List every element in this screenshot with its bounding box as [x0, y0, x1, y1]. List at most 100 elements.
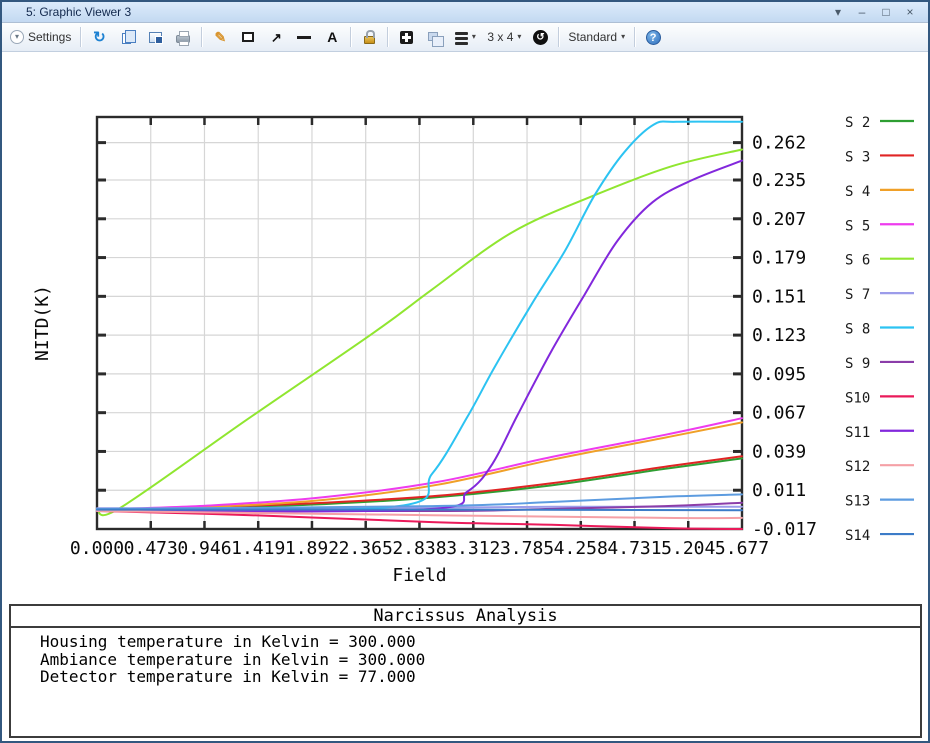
draw-text-button[interactable]: A — [318, 25, 346, 49]
legend-label: S11 — [845, 425, 870, 441]
close-icon: × — [906, 4, 913, 20]
panel-line: Ambiance temperature in Kelvin = 300.000 — [40, 651, 920, 669]
print-button[interactable] — [169, 25, 197, 49]
style-dropdown[interactable]: Standard ▾ — [563, 25, 630, 49]
minimize-button[interactable]: – — [852, 4, 872, 20]
text-tool-icon: A — [327, 30, 337, 44]
legend-label: S 9 — [845, 356, 870, 372]
fit-window-icon — [400, 31, 413, 44]
draw-line-button[interactable] — [290, 25, 318, 49]
chevron-down-icon: ▾ — [621, 33, 625, 41]
x-tick-label: 4.258 — [554, 538, 608, 559]
toolbar-separator — [201, 27, 202, 47]
reset-orientation-button[interactable]: ↺ — [526, 25, 554, 49]
draw-rectangle-button[interactable] — [234, 25, 262, 49]
grid-layout-value: 3 x 4 — [487, 30, 513, 44]
x-tick-label: 5.677 — [715, 538, 769, 559]
maximize-icon: □ — [882, 4, 889, 20]
y-tick-label: 0.235 — [752, 170, 806, 191]
x-tick-label: 1.892 — [285, 538, 339, 559]
toolbar-separator — [80, 27, 81, 47]
line-icon — [297, 36, 311, 39]
minimize-icon: – — [859, 4, 866, 20]
cascade-windows-icon — [428, 32, 438, 41]
x-tick-label: 0.000 — [70, 538, 124, 559]
copy-button[interactable] — [113, 25, 141, 49]
x-tick-label: 2.365 — [339, 538, 393, 559]
sheet-stack-button[interactable]: ▾ — [448, 25, 482, 49]
toolbar-separator — [350, 27, 351, 47]
sheet-stack-icon — [455, 32, 468, 35]
legend-label: S 3 — [845, 149, 870, 165]
x-tick-label: 3.785 — [500, 538, 554, 559]
title-bar: 5: Graphic Viewer 3 ▾ – □ × — [2, 2, 928, 23]
rectangle-icon — [242, 32, 254, 42]
toolbar-separator — [558, 27, 559, 47]
refresh-button[interactable]: ↻ — [85, 25, 113, 49]
y-tick-label: 0.262 — [752, 133, 806, 154]
settings-chevron-icon: ▾ — [10, 30, 24, 44]
y-tick-label: 0.067 — [752, 403, 806, 424]
window-controls: ▾ – □ × — [828, 4, 920, 20]
y-tick-label: 0.095 — [752, 364, 806, 385]
x-tick-label: 3.312 — [446, 538, 500, 559]
y-tick-label: 0.179 — [752, 248, 806, 269]
copy-icon — [122, 33, 131, 44]
grid-layout-dropdown[interactable]: 3 x 4 ▾ — [482, 25, 526, 49]
legend-label: S14 — [845, 528, 870, 544]
settings-label: Settings — [28, 30, 71, 44]
legend-label: S 7 — [845, 287, 870, 303]
style-dropdown-value: Standard — [568, 30, 617, 44]
reset-orientation-icon: ↺ — [533, 30, 548, 45]
legend-label: S 6 — [845, 253, 870, 269]
x-tick-label: 0.946 — [177, 538, 231, 559]
x-axis-title: Field — [392, 565, 446, 586]
toolbar: ▾ Settings ↻ ✎ ↗ A ▾ 3 x 4 ▾ ↺ Standard … — [2, 23, 928, 52]
draw-arrow-button[interactable]: ↗ — [262, 25, 290, 49]
legend-label: S13 — [845, 494, 870, 510]
save-image-icon — [149, 32, 162, 43]
print-icon — [176, 35, 190, 43]
y-tick-label: 0.207 — [752, 209, 806, 230]
narcissus-chart: 0.0000.4730.9461.4191.8922.3652.8383.312… — [2, 50, 930, 605]
cascade-windows-button[interactable] — [420, 25, 448, 49]
analysis-panel: Narcissus Analysis Housing temperature i… — [9, 604, 922, 738]
help-button[interactable]: ? — [639, 25, 667, 49]
save-image-button[interactable] — [141, 25, 169, 49]
draw-pencil-button[interactable]: ✎ — [206, 25, 234, 49]
fit-window-button[interactable] — [392, 25, 420, 49]
toolbar-separator — [634, 27, 635, 47]
legend-label: S 2 — [845, 115, 870, 131]
chevron-down-icon: ▾ — [517, 33, 521, 41]
y-tick-label: 0.123 — [752, 325, 806, 346]
series-line-S14 — [97, 510, 742, 511]
legend-label: S10 — [845, 390, 870, 406]
legend-label: S 8 — [845, 322, 870, 338]
maximize-button[interactable]: □ — [876, 4, 896, 20]
help-icon: ? — [646, 30, 661, 45]
x-tick-label: 4.731 — [607, 538, 661, 559]
lock-button[interactable] — [355, 25, 383, 49]
refresh-icon: ↻ — [93, 30, 106, 45]
x-tick-label: 2.838 — [392, 538, 446, 559]
legend-label: S 5 — [845, 218, 870, 234]
window-menu-button[interactable]: ▾ — [828, 4, 848, 20]
panel-line: Detector temperature in Kelvin = 77.000 — [40, 668, 920, 686]
lock-icon — [364, 36, 375, 44]
close-button[interactable]: × — [900, 4, 920, 20]
toolbar-separator — [387, 27, 388, 47]
legend-label: S 4 — [845, 184, 870, 200]
x-tick-label: 0.473 — [124, 538, 178, 559]
pencil-icon: ✎ — [214, 30, 226, 44]
analysis-panel-title: Narcissus Analysis — [11, 606, 920, 628]
y-axis-title: NITD(K) — [32, 285, 53, 361]
legend-label: S12 — [845, 459, 870, 475]
x-tick-label: 1.419 — [231, 538, 285, 559]
window-title: 5: Graphic Viewer 3 — [26, 5, 131, 19]
graphic-viewer-window: 5: Graphic Viewer 3 ▾ – □ × ▾ Settings ↻… — [0, 0, 930, 743]
settings-button[interactable]: ▾ Settings — [5, 25, 76, 49]
y-tick-label: 0.151 — [752, 286, 806, 307]
y-tick-label: 0.039 — [752, 441, 806, 462]
chevron-down-icon: ▾ — [835, 4, 841, 20]
panel-line: Housing temperature in Kelvin = 300.000 — [40, 633, 920, 651]
